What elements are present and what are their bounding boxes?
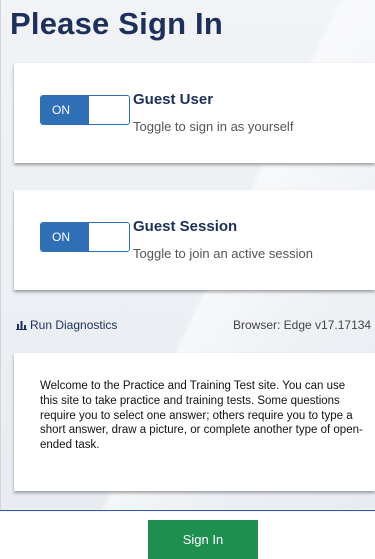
run-diagnostics-link[interactable]: Run Diagnostics	[16, 318, 117, 332]
toggle-knob	[89, 96, 129, 124]
sign-in-button[interactable]: Sign In	[148, 520, 258, 559]
toggle-on-label: ON	[41, 223, 89, 251]
guest-session-toggle[interactable]: ON	[40, 222, 130, 252]
guest-session-card: ON Guest Session Toggle to join an activ…	[14, 190, 375, 290]
welcome-text: Welcome to the Practice and Training Tes…	[40, 380, 363, 452]
bar-chart-icon	[16, 321, 27, 330]
guest-user-toggle[interactable]: ON	[40, 95, 130, 125]
toggle-knob	[89, 223, 129, 251]
guest-session-title: Guest Session	[133, 218, 238, 235]
footer-bar: Sign In	[0, 510, 375, 559]
guest-user-title: Guest User	[133, 91, 214, 108]
welcome-panel: Welcome to the Practice and Training Tes…	[14, 353, 375, 491]
browser-info: Browser: Edge v17.17134	[233, 318, 372, 332]
guest-user-card: ON Guest User Toggle to sign in as yours…	[14, 63, 375, 163]
page-title: Please Sign In	[10, 6, 223, 41]
guest-user-subtitle: Toggle to sign in as yourself	[133, 119, 294, 134]
toggle-on-label: ON	[41, 96, 89, 124]
guest-session-subtitle: Toggle to join an active session	[133, 246, 313, 261]
left-border	[0, 0, 1, 510]
run-diagnostics-label: Run Diagnostics	[30, 318, 118, 332]
